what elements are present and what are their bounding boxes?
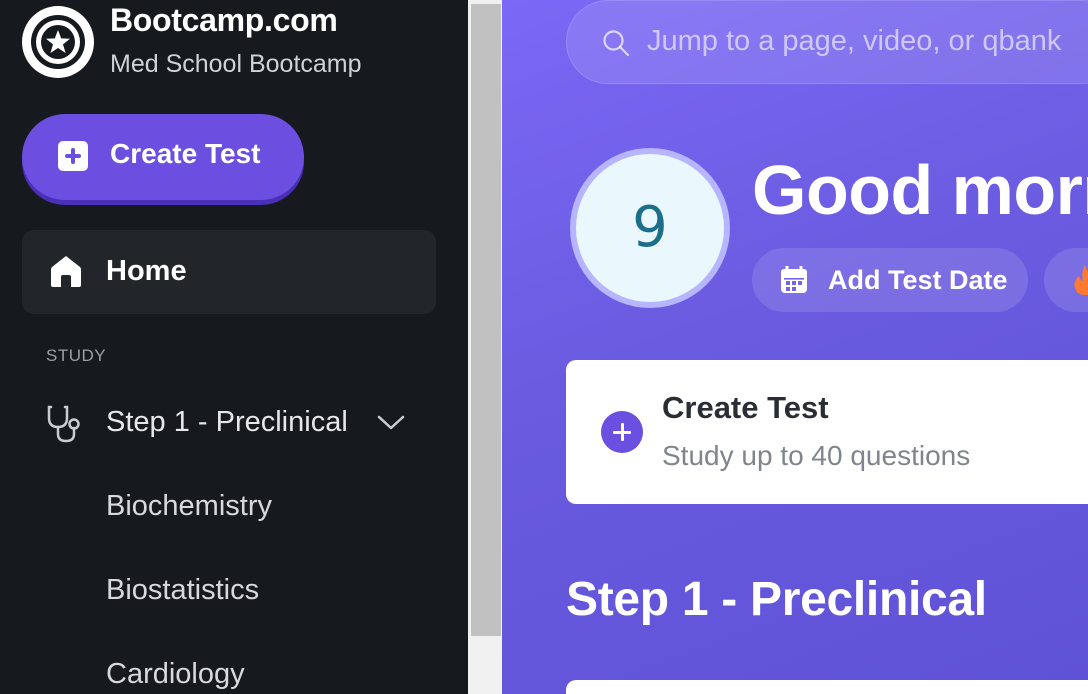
plus-square-icon <box>58 141 88 171</box>
home-icon <box>51 256 81 287</box>
brand-logo-icon[interactable] <box>22 6 94 78</box>
chevron-down-icon[interactable] <box>376 412 406 432</box>
sidebar-item-biostatistics[interactable]: Biostatistics <box>106 574 259 607</box>
main-content: Jump to a page, video, or qbank 9 Good m… <box>502 0 1088 694</box>
avatar-number: 9 <box>632 195 668 260</box>
sidebar: Bootcamp.com Med School Bootcamp Create … <box>0 0 468 694</box>
plus-circle-icon <box>601 411 643 453</box>
avatar[interactable]: 9 <box>570 148 730 308</box>
add-test-date-label: Add Test Date <box>828 265 1008 295</box>
search-input[interactable]: Jump to a page, video, or qbank <box>566 0 1088 84</box>
sidebar-item-home[interactable]: Home <box>22 230 436 314</box>
brand-title[interactable]: Bootcamp.com <box>110 2 338 39</box>
sidebar-item-label: Step 1 - Preclinical <box>106 406 348 438</box>
next-card[interactable] <box>566 680 1088 694</box>
greeting-heading: Good morning <box>752 151 1088 229</box>
sidebar-item-label: Home <box>106 255 187 287</box>
search-icon <box>603 30 630 57</box>
card-subtitle: Study up to 40 questions <box>662 440 971 471</box>
create-test-card[interactable]: Create Test Study up to 40 questions <box>566 360 1088 504</box>
sidebar-item-biochemistry[interactable]: Biochemistry <box>106 490 272 523</box>
streak-button[interactable] <box>1044 248 1088 312</box>
calendar-icon <box>781 266 807 293</box>
sidebar-scrollbar-thumb[interactable] <box>471 4 501 636</box>
star-icon <box>41 25 75 59</box>
search-placeholder: Jump to a page, video, or qbank <box>647 25 1062 57</box>
stethoscope-icon <box>47 405 80 443</box>
section-label-study: STUDY <box>46 346 107 365</box>
sidebar-item-step1[interactable]: Step 1 - Preclinical <box>22 386 436 462</box>
create-test-label: Create Test <box>110 138 261 169</box>
create-test-button[interactable]: Create Test <box>22 114 304 200</box>
sidebar-item-cardiology[interactable]: Cardiology <box>106 658 245 691</box>
add-test-date-button[interactable]: Add Test Date <box>752 248 1028 312</box>
card-title: Create Test <box>662 390 829 425</box>
flame-icon <box>1074 265 1088 295</box>
section-title: Step 1 - Preclinical <box>566 573 987 626</box>
brand-subtitle: Med School Bootcamp <box>110 50 362 78</box>
